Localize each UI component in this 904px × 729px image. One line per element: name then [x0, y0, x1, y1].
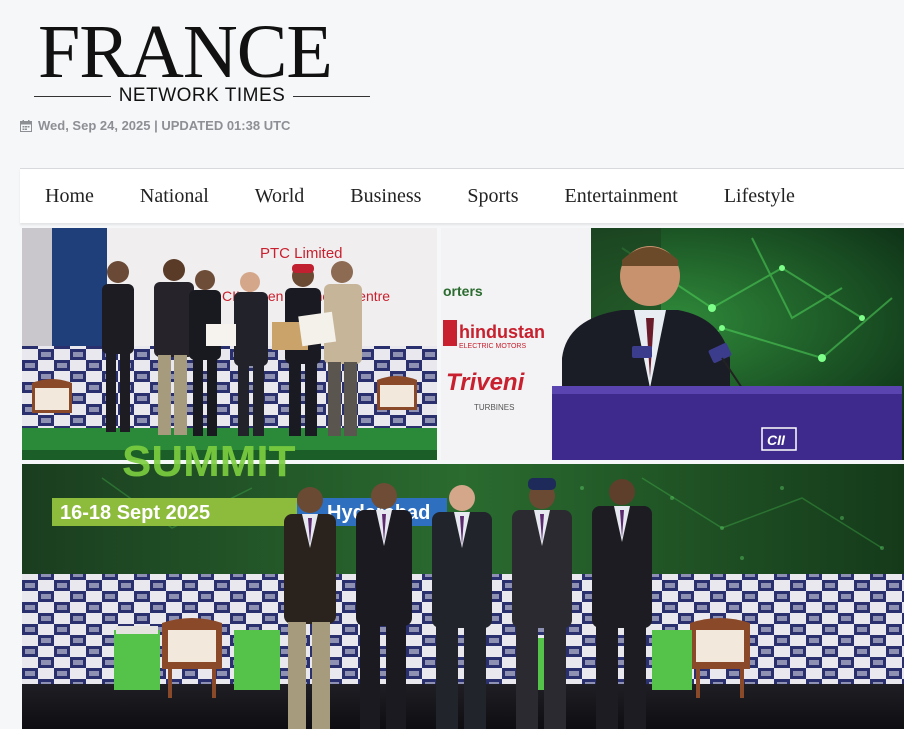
nav-item-entertainment[interactable]: Entertainment [542, 185, 701, 208]
summit-word: SUMMIT [122, 437, 296, 486]
nav-item-business[interactable]: Business [327, 185, 444, 208]
logo-rule-right [293, 95, 371, 97]
banner-company-text: PTC Limited [260, 245, 343, 262]
podium-logo-text: CII [767, 432, 786, 448]
dateline: Wed, Sep 24, 2025 | UPDATED 01:38 UTC [20, 118, 290, 133]
award-photo-panel: PTC Limited CII-Green Business Centre [22, 228, 437, 460]
sponsor-3-subtext: TURBINES [474, 403, 514, 412]
logo-tagline: NETWORK TIMES [34, 84, 371, 108]
photo-collage-svg: PTC Limited CII-Green Business Centre [22, 228, 904, 729]
logo-tagline-text: NETWORK TIMES [118, 85, 286, 106]
nav-item-lifestyle[interactable]: Lifestyle [701, 185, 818, 208]
nav-item-home[interactable]: Home [20, 185, 117, 208]
nav-item-national[interactable]: National [117, 185, 232, 208]
sponsor-2-subtext: ELECTRIC MOTORS [459, 343, 526, 350]
main-nav: Home National World Business Sports Ente… [20, 168, 904, 223]
summit-dates: 16-18 Sept 2025 [60, 502, 210, 524]
logo-rule-left [34, 95, 111, 97]
dateline-text: Wed, Sep 24, 2025 | UPDATED 01:38 UTC [38, 118, 291, 133]
sponsor-3-text: Triveni [446, 369, 526, 396]
featured-photo-collage[interactable]: PTC Limited CII-Green Business Centre [22, 228, 904, 729]
nav-item-sports[interactable]: Sports [444, 185, 541, 208]
site-logo[interactable]: FRANCE NETWORK TIMES [34, 14, 374, 106]
nav-item-world[interactable]: World [232, 185, 328, 208]
site-header: FRANCE NETWORK TIMES Wed, Sep 24, 2025 |… [0, 0, 904, 168]
logo-wordmark: FRANCE [38, 10, 333, 94]
group-photo-panel: SUMMIT 16-18 Sept 2025 Hyderabad [22, 437, 904, 729]
calendar-icon [20, 119, 32, 132]
sponsor-1-text: orters [443, 283, 483, 299]
sponsor-2-text: hindustan [459, 322, 545, 342]
speaker-photo-panel: orters hindustan ELECTRIC MOTORS Triveni… [441, 228, 904, 460]
